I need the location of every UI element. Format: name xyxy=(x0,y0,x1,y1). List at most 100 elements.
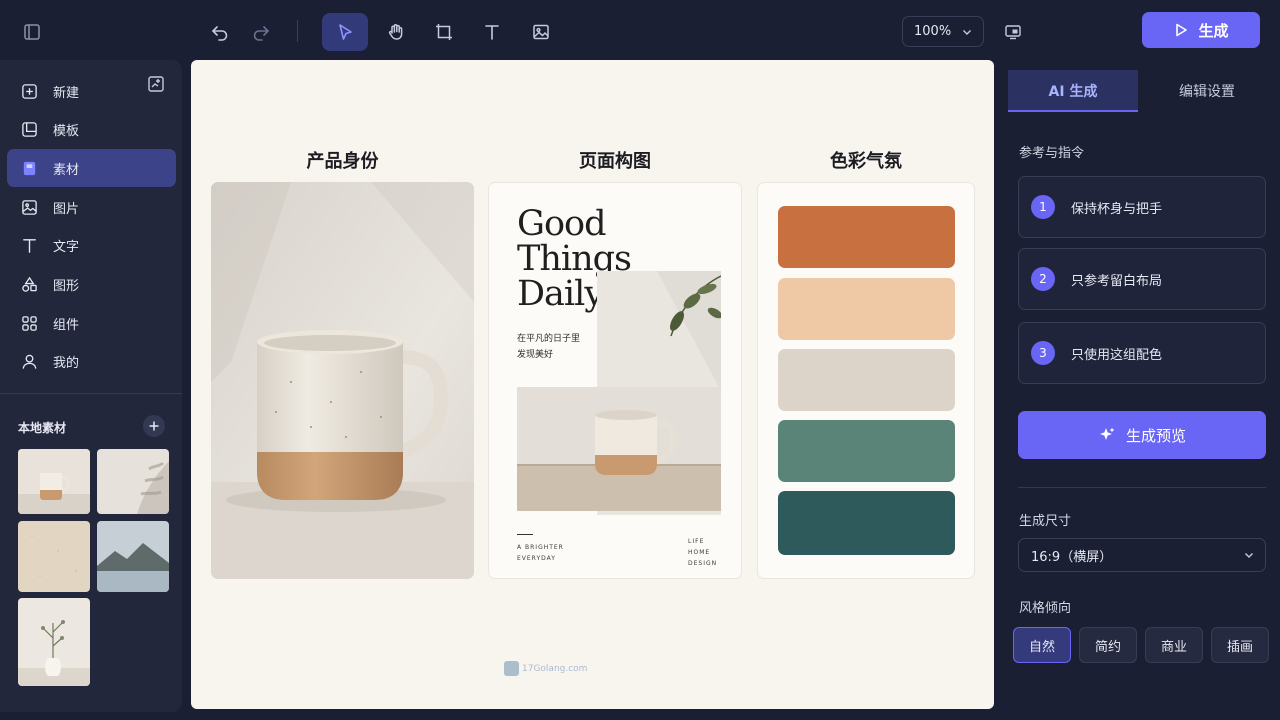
sidebar-item-text[interactable]: 文字 xyxy=(7,226,176,264)
components-icon xyxy=(22,315,37,331)
column-title-color: 色彩气氛 xyxy=(830,151,902,172)
top-toolbar: 100% 生成 xyxy=(0,0,1280,60)
sidebar-item-label: 素材 xyxy=(53,162,80,178)
color-swatch-3[interactable] xyxy=(778,349,955,411)
tab-edit-settings[interactable]: 编辑设置 xyxy=(1142,70,1272,112)
size-label: 生成尺寸 xyxy=(1019,514,1072,529)
instruction-item[interactable]: 2 只参考留白布局 xyxy=(1018,248,1266,310)
right-caption-line-3: DESIGN xyxy=(688,560,718,567)
layout-tagline: 在平凡的日子里 发现美好 xyxy=(517,331,580,363)
preview-screen-icon[interactable] xyxy=(994,13,1032,51)
tab-ai-generate[interactable]: AI 生成 xyxy=(1008,70,1138,112)
style-label: 风格倾向 xyxy=(1019,601,1072,616)
hand-tool-icon[interactable] xyxy=(377,13,415,51)
select-tool-icon[interactable] xyxy=(322,13,368,51)
sidebar-item-label: 我的 xyxy=(53,355,80,371)
instruction-item[interactable]: 3 只使用这组配色 xyxy=(1018,322,1266,384)
sparkle-icon xyxy=(1099,427,1115,440)
sidebar-item-label: 文字 xyxy=(53,239,80,255)
sidebar-item-label: 新建 xyxy=(53,85,80,101)
chevron-down-icon xyxy=(1245,553,1253,558)
column-title-layout: 页面构图 xyxy=(579,151,651,172)
right-panel: AI 生成 编辑设置 参考与指令 1 保持杯身与把手 2 只参考留白布局 3 只… xyxy=(1006,70,1280,720)
color-swatch-2[interactable] xyxy=(778,278,955,340)
assets-icon xyxy=(23,161,36,175)
frame-tool-icon[interactable] xyxy=(425,13,463,51)
sidebar-item-components[interactable]: 组件 xyxy=(7,304,176,342)
text-icon xyxy=(23,238,36,253)
zoom-value: 100% xyxy=(914,24,952,39)
size-select[interactable]: 16:9（横屏） xyxy=(1018,538,1266,572)
add-local-asset-button[interactable] xyxy=(143,415,165,437)
generate-preview-button[interactable]: 生成预览 xyxy=(1018,411,1266,459)
text-tool-icon[interactable] xyxy=(473,13,511,51)
tab-label: AI 生成 xyxy=(1048,84,1098,100)
asset-thumb-mug[interactable] xyxy=(18,449,90,514)
size-value: 16:9（横屏） xyxy=(1031,549,1113,565)
layout-right-caption: LIFE HOME DESIGN xyxy=(688,536,717,569)
sidebar-item-label: 图片 xyxy=(53,201,80,217)
right-caption-line-1: LIFE xyxy=(688,538,705,545)
shapes-icon xyxy=(22,276,37,292)
sidebar-item-label: 模板 xyxy=(53,123,80,139)
left-sidebar: 新建 模板 素材 图片 文字 图形 组件 我的 本地素材 xyxy=(0,60,182,712)
sidebar-item-assets[interactable]: 素材 xyxy=(7,149,176,187)
style-chip-illustration[interactable]: 插画 xyxy=(1211,627,1269,663)
user-icon xyxy=(22,354,37,369)
design-canvas[interactable]: 产品身份 页面构图 色彩气氛 Good Things Daily 在平凡的日子里… xyxy=(191,60,994,709)
play-icon xyxy=(1176,23,1188,37)
color-swatch-1[interactable] xyxy=(778,206,955,268)
tagline-line-2: 发现美好 xyxy=(517,350,554,360)
plus-icon xyxy=(149,421,159,431)
watermark-text: 17Golang.com xyxy=(522,663,588,674)
sidebar-divider xyxy=(0,393,182,394)
watermark: 17Golang.com xyxy=(504,661,587,676)
instruction-number: 3 xyxy=(1031,341,1055,365)
layout-reference-card[interactable]: Good Things Daily 在平凡的日子里 发现美好 A BRIGHTE… xyxy=(488,182,742,579)
style-chip-natural[interactable]: 自然 xyxy=(1013,627,1071,663)
zoom-select[interactable]: 100% xyxy=(902,16,984,47)
image-icon xyxy=(22,199,37,215)
style-chip-minimal[interactable]: 简约 xyxy=(1079,627,1137,663)
sidebar-item-shapes[interactable]: 图形 xyxy=(7,265,176,303)
toolbar-divider xyxy=(297,20,298,42)
instruction-text: 只使用这组配色 xyxy=(1071,347,1163,363)
instruction-text: 保持杯身与把手 xyxy=(1071,201,1163,217)
new-document-icon[interactable] xyxy=(147,75,165,93)
color-swatch-5[interactable] xyxy=(778,491,955,555)
column-title-identity: 产品身份 xyxy=(306,151,379,172)
sidebar-item-templates[interactable]: 模板 xyxy=(7,110,176,148)
template-icon xyxy=(22,121,37,137)
product-mug-image[interactable] xyxy=(211,182,474,579)
style-chip-commercial[interactable]: 商业 xyxy=(1145,627,1203,663)
instruction-item[interactable]: 1 保持杯身与把手 xyxy=(1018,176,1266,238)
asset-thumb-paper[interactable] xyxy=(18,521,90,592)
color-palette-card[interactable] xyxy=(757,182,975,579)
image-tool-icon[interactable] xyxy=(522,13,560,51)
asset-thumb-shadow[interactable] xyxy=(97,449,169,514)
generate-button[interactable]: 生成 xyxy=(1142,12,1260,48)
instruction-number: 1 xyxy=(1031,195,1055,219)
panel-divider xyxy=(1018,487,1266,488)
caption-rule xyxy=(517,534,533,535)
left-caption-line-1: A BRIGHTER xyxy=(517,544,564,551)
headline-line-1: Good xyxy=(517,204,607,244)
layout-mug-photo xyxy=(517,387,721,511)
right-caption-line-2: HOME xyxy=(688,549,711,556)
panel-toggle-icon[interactable] xyxy=(13,13,51,51)
watermark-logo-icon xyxy=(504,661,519,676)
undo-icon[interactable] xyxy=(201,13,239,51)
sidebar-item-label: 组件 xyxy=(53,317,80,333)
redo-icon[interactable] xyxy=(242,13,280,51)
sidebar-item-mine[interactable]: 我的 xyxy=(7,342,176,380)
reference-label: 参考与指令 xyxy=(1019,146,1085,161)
tagline-line-1: 在平凡的日子里 xyxy=(517,334,581,344)
layout-left-caption: A BRIGHTER EVERYDAY xyxy=(517,542,564,564)
sidebar-item-images[interactable]: 图片 xyxy=(7,188,176,226)
plus-square-icon xyxy=(22,83,37,99)
local-assets-title: 本地素材 xyxy=(18,421,67,435)
asset-thumb-landscape[interactable] xyxy=(97,521,169,592)
color-swatch-4[interactable] xyxy=(778,420,955,482)
instruction-number: 2 xyxy=(1031,267,1055,291)
asset-thumb-vase[interactable] xyxy=(18,598,90,686)
